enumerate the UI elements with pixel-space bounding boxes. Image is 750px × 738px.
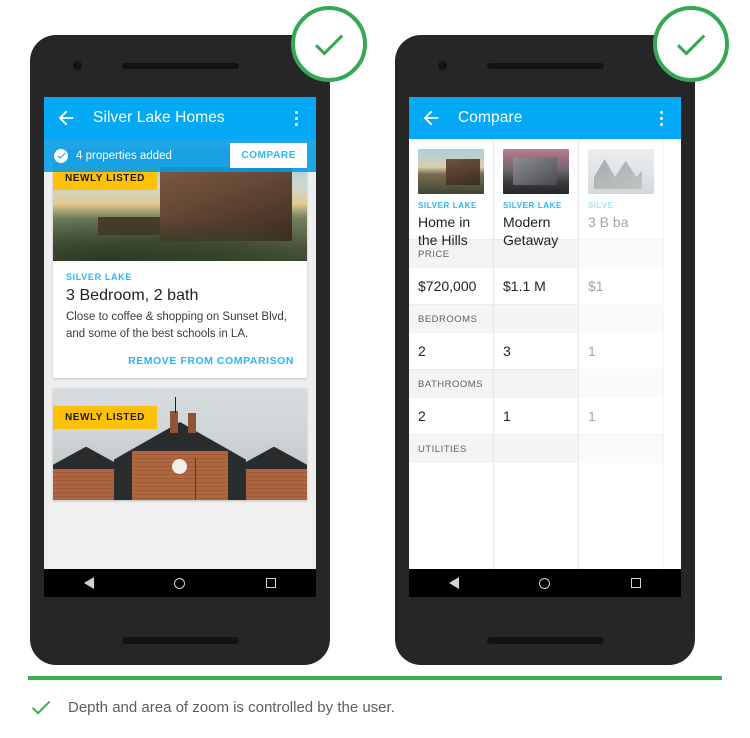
page-title: Compare [458,109,523,126]
neighborhood-label: SILVE [588,201,614,210]
column-header: SILVER LAKE Home in the Hills [409,139,493,248]
property-thumbnail [503,149,569,194]
property-card[interactable]: NEWLY LISTED [53,388,307,501]
screenshot-stage: Silver Lake Homes NEWLY LISTED SILVER LA… [0,0,750,738]
more-vert-icon[interactable] [287,107,305,129]
android-navigation-bar [44,569,316,597]
nav-back-icon[interactable] [449,577,460,589]
caption-text: Depth and area of zoom is controlled by … [68,698,395,716]
nav-home-icon[interactable] [539,577,551,589]
comparison-column[interactable]: SILVE 3 B ba $1 1 1 [579,139,664,597]
nav-back-icon[interactable] [84,577,95,589]
property-description: Close to coffee & shopping on Sunset Blv… [66,311,287,340]
row-value: 1 [494,398,578,434]
property-card[interactable]: NEWLY LISTED SILVER LAKE 3 Bedroom, 2 ba… [53,149,307,379]
row-value: 1 [579,333,663,369]
more-vert-icon[interactable] [652,107,670,129]
comparison-column[interactable]: SILVER LAKE Modern Getaway $1.1 M 3 1 [494,139,579,597]
check-circle-icon [54,148,68,163]
chin-bar [122,637,239,644]
row-value: 2 [409,333,493,369]
compare-button[interactable]: COMPARE [230,143,307,168]
row-value: 1 [579,398,663,434]
card-actions: REMOVE FROM COMPARISON [53,346,307,378]
nav-home-icon[interactable] [174,577,186,589]
row-value: $1.1 M [494,268,578,304]
row-value: $1 [579,268,663,304]
check-icon [677,34,706,56]
earpiece-speaker [122,63,239,69]
property-thumbnail [588,149,654,194]
front-camera-icon [73,61,82,70]
do-badge-right [653,6,729,82]
row-label [494,434,578,463]
row-label [579,239,663,268]
row-label [579,369,663,398]
neighborhood-label: SILVER LAKE [503,201,562,210]
remove-from-comparison-button[interactable]: REMOVE FROM COMPARISON [128,355,294,367]
row-value: 3 [494,333,578,369]
comparison-snackbar: 4 properties added COMPARE [44,139,316,172]
green-divider [28,676,722,680]
property-list: NEWLY LISTED SILVER LAKE 3 Bedroom, 2 ba… [44,139,316,597]
android-navigation-bar [409,569,681,597]
neighborhood-label: SILVER LAKE [418,201,477,210]
screen-silver-lake-homes: Silver Lake Homes NEWLY LISTED SILVER LA… [44,97,316,597]
snackbar-message: 4 properties added [76,149,172,162]
caption-row: Depth and area of zoom is controlled by … [28,694,722,720]
card-body: SILVER LAKE 3 Bedroom, 2 bath Close to c… [53,261,307,346]
check-icon [31,700,51,715]
phone-device-left: Silver Lake Homes NEWLY LISTED SILVER LA… [30,35,330,665]
comparison-columns: SILVER LAKE Home in the Hills PRICE $720… [409,139,681,597]
row-label: UTILITIES [409,434,493,463]
newly-listed-badge: NEWLY LISTED [53,406,157,430]
row-label [494,304,578,333]
nav-recents-icon[interactable] [630,578,641,588]
row-label [579,304,663,333]
photo-brick-houses [53,388,307,501]
property-thumbnail [418,149,484,194]
do-badge-left [291,6,367,82]
row-value: 2 [409,398,493,434]
row-value: $720,000 [409,268,493,304]
row-label: BATHROOMS [409,369,493,398]
page-title: Silver Lake Homes [93,109,225,126]
earpiece-speaker [487,63,604,69]
neighborhood-label: SILVER LAKE [66,272,132,282]
card-image: NEWLY LISTED [53,388,307,501]
comparison-table: SILVER LAKE Home in the Hills PRICE $720… [409,139,681,597]
property-title: 3 Bedroom, 2 bath [66,287,199,304]
check-icon [315,34,344,56]
row-label [494,369,578,398]
row-label [579,434,663,463]
arrow-back-icon[interactable] [420,107,442,129]
chin-bar [487,637,604,644]
property-name: 3 B ba [588,214,629,230]
column-header: SILVE 3 B ba [579,139,663,239]
column-header: SILVER LAKE Modern Getaway [494,139,578,248]
comparison-column[interactable]: SILVER LAKE Home in the Hills PRICE $720… [409,139,494,597]
phone-device-right: Compare SILVER LAKE Home in the Hills PR… [395,35,695,665]
arrow-back-icon[interactable] [55,107,77,129]
row-label: BEDROOMS [409,304,493,333]
front-camera-icon [438,61,447,70]
screen-compare: Compare SILVER LAKE Home in the Hills PR… [409,97,681,597]
toolbar-compare: Compare [409,97,681,139]
toolbar-silver-lake-homes: Silver Lake Homes [44,97,316,139]
nav-recents-icon[interactable] [265,578,276,588]
